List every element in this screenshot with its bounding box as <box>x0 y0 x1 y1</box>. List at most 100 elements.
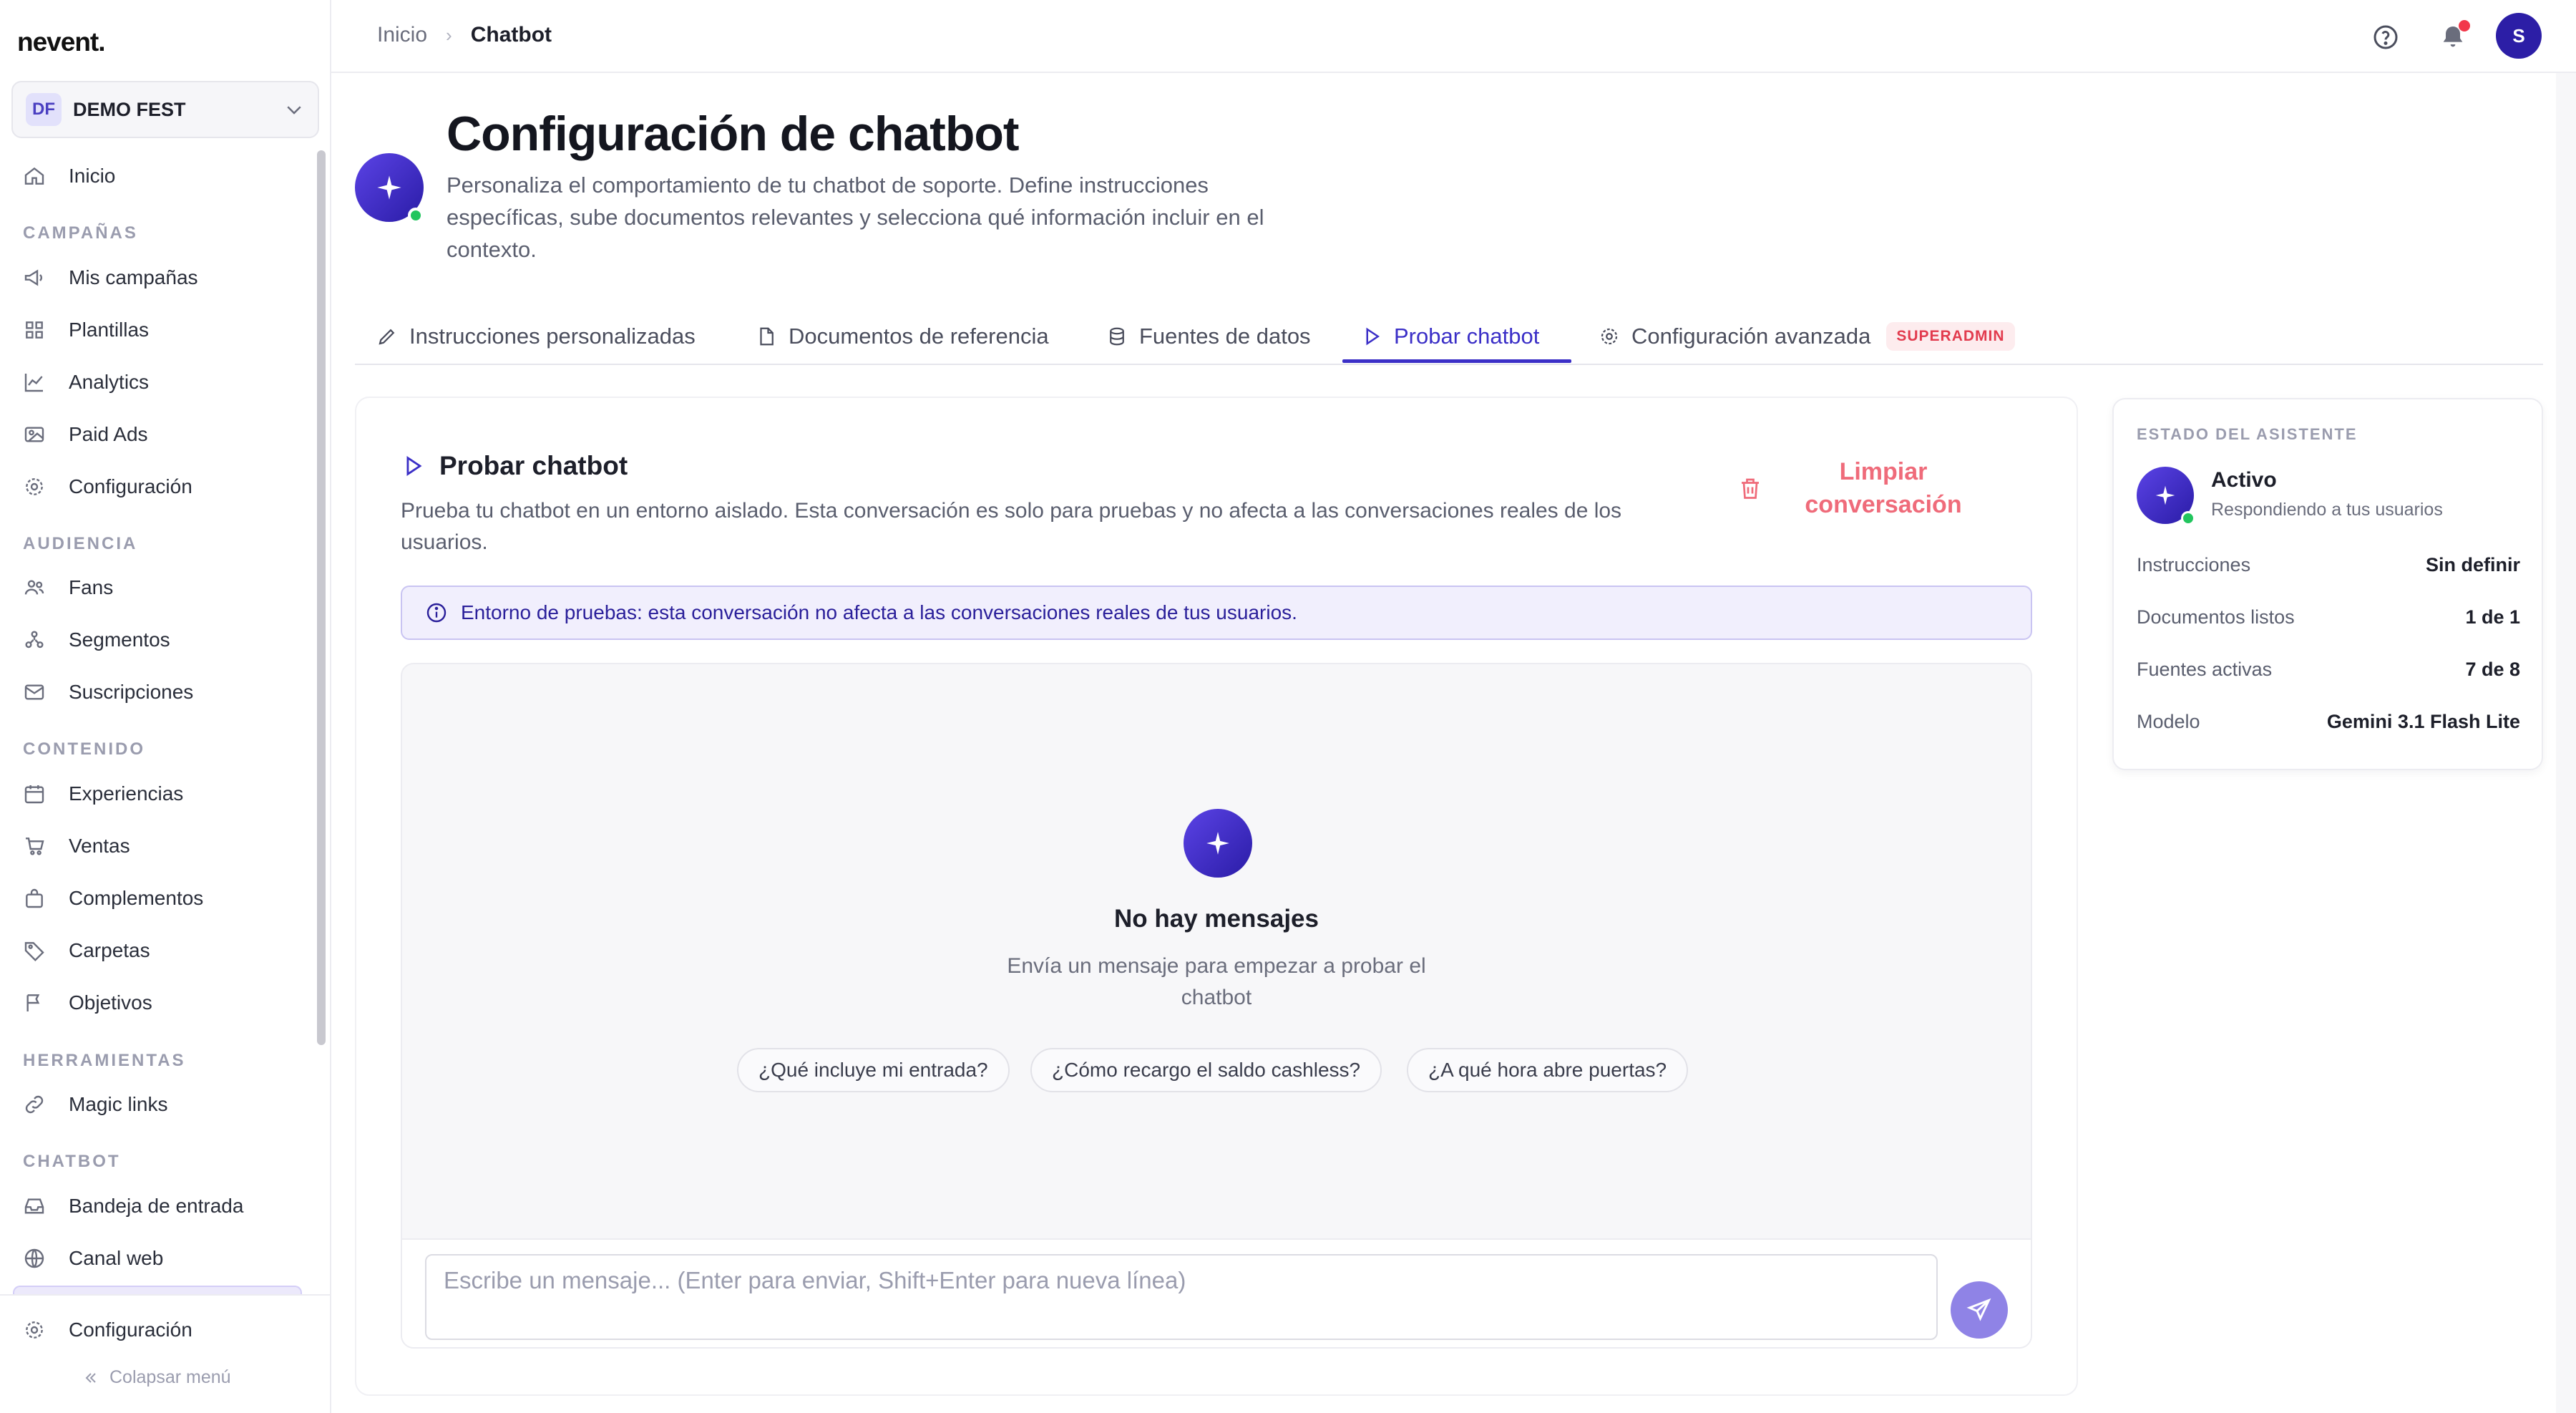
empty-state-title: No hay mensajes <box>1114 905 1319 933</box>
topbar: Inicio › Chatbot <box>331 0 2576 73</box>
tab-avanzada[interactable]: Configuración avanzada SUPERADMIN <box>1599 308 2015 365</box>
sidebar-item-label: Objetivos <box>69 991 152 1014</box>
status-row-value: Sin definir <box>2425 554 2520 576</box>
status-row-fuentes: Fuentes activas 7 de 8 <box>2137 659 2520 681</box>
sidebar-scrollbar[interactable] <box>317 150 326 1045</box>
page-scrollbar[interactable] <box>2556 73 2576 1413</box>
section-title-text: Probar chatbot <box>439 451 628 480</box>
sidebar-section-content: CONTENIDO <box>23 739 145 759</box>
page-description: Personaliza el comportamiento de tu chat… <box>447 173 1264 262</box>
sidebar-item-analytics[interactable]: Analytics <box>23 361 149 404</box>
sparkle-icon <box>377 175 401 200</box>
sidebar-item-segmentos[interactable]: Segmentos <box>23 618 170 661</box>
trash-icon <box>1742 478 1759 499</box>
gear-icon <box>26 478 43 495</box>
status-row-label: Instrucciones <box>2137 554 2251 576</box>
suggestion-chip[interactable]: ¿Qué incluye mi entrada? <box>737 1048 1010 1092</box>
play-icon <box>1366 327 1380 346</box>
sidebar-item-mis-campanas[interactable]: Mis campañas <box>23 256 198 299</box>
online-indicator <box>2181 511 2195 525</box>
sidebar-section-tools: HERRAMIENTAS <box>23 1051 186 1070</box>
collapse-label: Colapsar menú <box>109 1367 231 1387</box>
sidebar-item-carpetas[interactable]: Carpetas <box>23 929 150 972</box>
help-icon[interactable] <box>2371 23 2400 52</box>
gear-icon <box>26 1321 43 1339</box>
home-icon <box>24 167 44 185</box>
app-logo[interactable]: nevent. <box>17 27 106 57</box>
composer: Escribe un mensaje... (Enter para enviar… <box>402 1238 2031 1347</box>
tab-instrucciones[interactable]: Instrucciones personalizadas <box>376 308 696 365</box>
tab-documentos[interactable]: Documentos de referencia <box>756 308 1049 365</box>
sidebar-item-fans[interactable]: Fans <box>23 566 113 609</box>
sparkle-icon <box>1206 832 1229 855</box>
tab-label: Probar chatbot <box>1394 324 1540 349</box>
sidebar-item-label: Experiencias <box>69 782 184 805</box>
sidebar-item-label: Carpetas <box>69 939 150 961</box>
sidebar-item-suscripciones[interactable]: Suscripciones <box>23 671 193 714</box>
status-row-value: 7 de 8 <box>2465 659 2520 680</box>
cart-icon <box>26 837 44 855</box>
message-input[interactable]: Escribe un mensaje... (Enter para enviar… <box>425 1254 1938 1340</box>
megaphone-icon <box>24 269 42 286</box>
users-icon <box>24 580 44 595</box>
clear-conversation-button[interactable]: Limpiar conversación <box>1737 452 1969 524</box>
tab-probar[interactable]: Probar chatbot <box>1361 308 1539 365</box>
send-button[interactable] <box>1951 1281 2008 1339</box>
section-title: Probar chatbot <box>401 451 628 481</box>
suggestion-chip[interactable]: ¿Cómo recargo el saldo cashless? <box>1030 1048 1382 1092</box>
sidebar-item-plantillas[interactable]: Plantillas <box>23 309 149 351</box>
sidebar-item-magic-links[interactable]: Magic links <box>23 1083 167 1126</box>
status-row-value: 1 de 1 <box>2465 606 2520 628</box>
workspace-switcher[interactable]: DF DEMO FEST <box>11 81 319 138</box>
image-icon <box>24 427 44 442</box>
user-avatar[interactable]: S <box>2496 13 2542 59</box>
tag-icon <box>24 942 44 962</box>
sidebar-item-complementos[interactable]: Complementos <box>23 877 203 920</box>
breadcrumb-home[interactable]: Inicio <box>377 23 427 47</box>
tabs: Instrucciones personalizadas Documentos … <box>355 308 2543 365</box>
empty-state-description: Envía un mensaje para empezar a probar e… <box>1007 954 1426 1009</box>
chevrons-left-icon <box>85 1372 96 1383</box>
chat-area: No hay mensajes Envía un mensaje para em… <box>401 663 2032 1349</box>
assistant-state: Activo <box>2211 468 2277 492</box>
globe-icon <box>24 1248 44 1268</box>
sidebar-item-experiencias[interactable]: Experiencias <box>23 772 183 815</box>
sidebar: nevent. DF DEMO FEST Inicio CAMPAÑAS Mis… <box>0 0 331 1413</box>
sidebar-item-bandeja[interactable]: Bandeja de entrada <box>23 1185 243 1228</box>
sidebar-item-configuracion[interactable]: Configuración <box>23 465 192 508</box>
sidebar-item-canal-web[interactable]: Canal web <box>23 1237 163 1280</box>
sidebar-item-ventas[interactable]: Ventas <box>23 825 130 868</box>
sidebar-item-label: Configuración <box>69 475 192 497</box>
superadmin-badge: SUPERADMIN <box>1886 322 2015 351</box>
tab-fuentes[interactable]: Fuentes de datos <box>1106 308 1311 365</box>
sidebar-section-audience: AUDIENCIA <box>23 534 138 553</box>
sidebar-item-inicio[interactable]: Inicio <box>23 155 115 198</box>
status-row-value: Gemini 3.1 Flash Lite <box>2326 711 2520 732</box>
collapse-menu-button[interactable]: Colapsar menú <box>82 1367 231 1388</box>
sidebar-item-label: Paid Ads <box>69 423 148 445</box>
tab-label: Configuración avanzada <box>1631 324 1871 349</box>
empty-state-avatar <box>1184 809 1252 878</box>
link-icon <box>25 1095 44 1114</box>
info-icon <box>426 603 447 623</box>
pencil-icon <box>379 329 395 345</box>
sidebar-item-label: Canal web <box>69 1247 164 1269</box>
suggestion-chip[interactable]: ¿A qué hora abre puertas? <box>1407 1048 1689 1092</box>
sidebar-item-label: Mis campañas <box>69 266 198 288</box>
sidebar-item-label: Fans <box>69 576 114 598</box>
sidebar-item-paid-ads[interactable]: Paid Ads <box>23 413 148 456</box>
sidebar-item-label: Magic links <box>69 1093 168 1115</box>
play-icon <box>406 456 422 476</box>
sidebar-bottom-configuracion[interactable]: Configuración <box>23 1308 192 1351</box>
assistant-status-card: ESTADO DEL ASISTENTE Activo Respondiendo… <box>2112 398 2543 770</box>
status-row-modelo: Modelo Gemini 3.1 Flash Lite <box>2137 711 2520 733</box>
sidebar-item-label: Inicio <box>69 165 116 187</box>
calendar-icon <box>24 785 44 804</box>
sidebar-item-label: Plantillas <box>69 319 150 341</box>
sidebar-item-label: Analytics <box>69 371 150 393</box>
tab-label: Documentos de referencia <box>789 324 1049 349</box>
online-indicator <box>408 208 424 223</box>
sidebar-item-objetivos[interactable]: Objetivos <box>23 981 152 1024</box>
section-description: Prueba tu chatbot en un entorno aislado.… <box>401 499 1622 554</box>
sidebar-item-label: Configuración <box>69 1319 192 1341</box>
